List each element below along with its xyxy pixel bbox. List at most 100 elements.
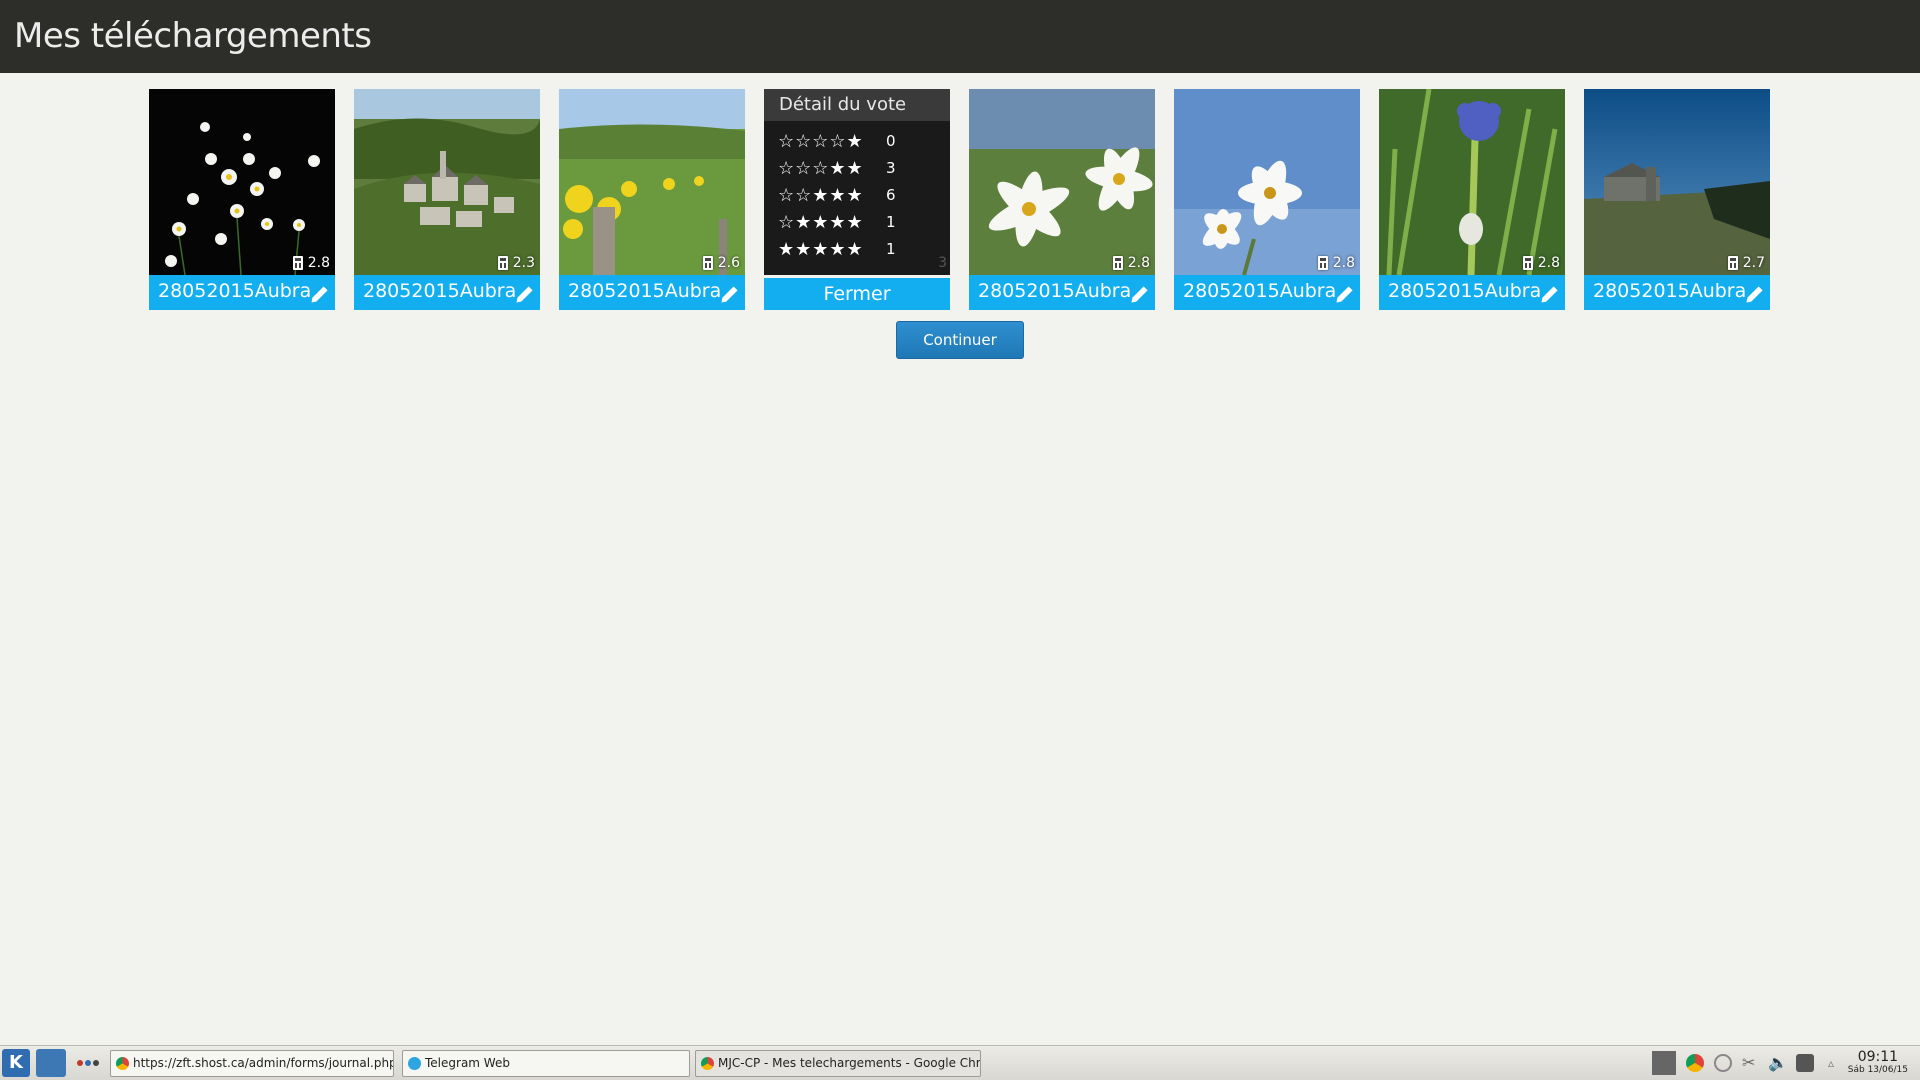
pencil-edit-icon[interactable]: [309, 283, 331, 305]
caption-label: 28052015Aubra: [568, 280, 722, 302]
task-button-chrome-active[interactable]: MJC-CP - Mes telechargements - Google Ch…: [695, 1050, 981, 1077]
volume-icon[interactable]: 🔈: [1768, 1054, 1788, 1072]
vote-count: 1: [886, 213, 896, 231]
photo-thumbnail[interactable]: 2.7: [1584, 89, 1770, 275]
task-button-journal[interactable]: https://zft.shost.ca/admin/forms/journal…: [110, 1050, 394, 1077]
faded-score-value: 3: [938, 255, 947, 271]
chevron-up-icon[interactable]: ▵: [1828, 1054, 1846, 1072]
task-label: https://zft.shost.ca/admin/forms/journal…: [133, 1056, 394, 1070]
faded-average-score: 3: [938, 255, 947, 271]
photo-card[interactable]: 2.7 28052015Aubra: [1584, 89, 1770, 310]
photo-caption[interactable]: 28052015Aubra: [149, 275, 335, 310]
pencil-edit-icon[interactable]: [719, 283, 741, 305]
score-value: 2.8: [1332, 255, 1355, 271]
calculator-icon: [1522, 256, 1533, 270]
vote-row-1-star: ☆☆☆☆★ 0: [778, 130, 906, 152]
photo-caption[interactable]: 28052015Aubra: [1379, 275, 1565, 310]
vote-row-3-star: ☆☆★★★ 6: [778, 184, 906, 206]
photo-caption[interactable]: 28052015Aubra: [1584, 275, 1770, 310]
os-taskbar: K https://zft.shost.ca/admin/forms/journ…: [0, 1045, 1920, 1080]
pencil-edit-icon[interactable]: [1744, 283, 1766, 305]
photo-card[interactable]: 2.8 28052015Aubra: [1174, 89, 1360, 310]
score-value: 2.8: [307, 255, 330, 271]
caption-label: 28052015Aubra: [1183, 280, 1337, 302]
photo-thumbnail[interactable]: 2.8: [1174, 89, 1360, 275]
photo-thumbnail[interactable]: 2.8: [1379, 89, 1565, 275]
caption-label: 28052015Aubra: [158, 280, 312, 302]
photo-card[interactable]: 2.8 28052015Aubra: [969, 89, 1155, 310]
photo-caption[interactable]: 28052015Aubra: [354, 275, 540, 310]
task-label: Telegram Web: [425, 1056, 510, 1070]
photo-card[interactable]: 2.3 28052015Aubra: [354, 89, 540, 310]
network-icon[interactable]: [1714, 1054, 1732, 1072]
scissors-icon[interactable]: ✂: [1742, 1054, 1760, 1072]
photo-caption[interactable]: 28052015Aubra: [559, 275, 745, 310]
task-label: MJC-CP - Mes telechargements - Google Ch…: [718, 1056, 981, 1070]
star-rating-icon: ☆☆☆☆★: [778, 130, 864, 152]
photo-caption[interactable]: 28052015Aubra: [1174, 275, 1360, 310]
vote-count: 1: [886, 240, 896, 258]
calculator-icon: [497, 256, 508, 270]
photo-card[interactable]: 2.6 28052015Aubra: [559, 89, 745, 310]
pencil-edit-icon[interactable]: [1129, 283, 1151, 305]
calculator-icon: [292, 256, 303, 270]
telegram-icon: [408, 1057, 421, 1070]
photo-thumbnail[interactable]: 2.8: [149, 89, 335, 275]
vote-row-5-star: ★★★★★ 1: [778, 238, 906, 260]
photo-card[interactable]: 2.8 28052015Aubra: [149, 89, 335, 310]
system-clock[interactable]: 09:11 Sáb 13/06/15: [1848, 1049, 1908, 1075]
chrome-icon: [701, 1057, 714, 1070]
calculator-icon: [702, 256, 713, 270]
photo-thumbnail[interactable]: 2.8: [969, 89, 1155, 275]
vote-count: 0: [886, 132, 896, 150]
vote-count: 6: [886, 186, 896, 204]
vote-detail-card: Détail du vote ☆☆☆☆★ 0 ☆☆☆★★ 3 ☆☆★★★ 6 ☆★★★…: [764, 89, 950, 310]
caption-label: 28052015Aubra: [363, 280, 517, 302]
kde-menu-icon[interactable]: K: [2, 1049, 30, 1077]
clock-date: Sáb 13/06/15: [1847, 1065, 1908, 1075]
pencil-edit-icon[interactable]: [1539, 283, 1561, 305]
battery-icon[interactable]: [1796, 1054, 1814, 1072]
calculator-icon: [1317, 256, 1328, 270]
pencil-edit-icon[interactable]: [514, 283, 536, 305]
score-value: 2.8: [1537, 255, 1560, 271]
task-button-telegram[interactable]: Telegram Web: [402, 1050, 690, 1077]
pencil-edit-icon[interactable]: [1334, 283, 1356, 305]
calculator-icon: [1112, 256, 1123, 270]
photo-thumbnail[interactable]: 2.6: [559, 89, 745, 275]
caption-label: 28052015Aubra: [978, 280, 1132, 302]
dolphin-file-manager-icon[interactable]: [36, 1049, 66, 1077]
vote-row-4-star: ☆★★★★ 1: [778, 211, 906, 233]
vote-detail-panel: Détail du vote ☆☆☆☆★ 0 ☆☆☆★★ 3 ☆☆★★★ 6 ☆★★★…: [764, 89, 950, 275]
show-desktop-icon[interactable]: [1652, 1051, 1676, 1075]
vote-row-2-star: ☆☆☆★★ 3: [778, 157, 906, 179]
pager-icon[interactable]: [77, 1060, 99, 1066]
star-rating-icon: ☆☆☆★★: [778, 157, 864, 179]
average-score: 2.8: [1112, 255, 1150, 271]
average-score: 2.6: [702, 255, 740, 271]
chrome-icon: [116, 1057, 129, 1070]
caption-label: 28052015Aubra: [1593, 280, 1747, 302]
average-score: 2.8: [1317, 255, 1355, 271]
photo-caption[interactable]: 28052015Aubra: [969, 275, 1155, 310]
score-value: 2.8: [1127, 255, 1150, 271]
star-rating-icon: ☆★★★★: [778, 211, 864, 233]
close-vote-detail-button[interactable]: Fermer: [764, 278, 950, 310]
caption-label: 28052015Aubra: [1388, 280, 1542, 302]
vote-detail-title: Détail du vote: [764, 89, 950, 121]
page-title: Mes téléchargements: [14, 16, 372, 56]
photo-card[interactable]: 2.8 28052015Aubra: [1379, 89, 1565, 310]
score-value: 2.7: [1742, 255, 1765, 271]
chrome-tray-icon[interactable]: [1686, 1054, 1704, 1072]
star-rating-icon: ★★★★★: [778, 238, 864, 260]
photo-thumbnail[interactable]: 2.3: [354, 89, 540, 275]
app-header: Mes téléchargements: [0, 0, 1920, 73]
continue-button[interactable]: Continuer: [896, 321, 1024, 359]
calculator-icon: [1727, 256, 1738, 270]
clock-time: 09:11: [1857, 1049, 1899, 1065]
star-rating-icon: ☆☆★★★: [778, 184, 864, 206]
score-value: 2.3: [512, 255, 535, 271]
average-score: 2.8: [1522, 255, 1560, 271]
vote-count: 3: [886, 159, 896, 177]
score-value: 2.6: [717, 255, 740, 271]
